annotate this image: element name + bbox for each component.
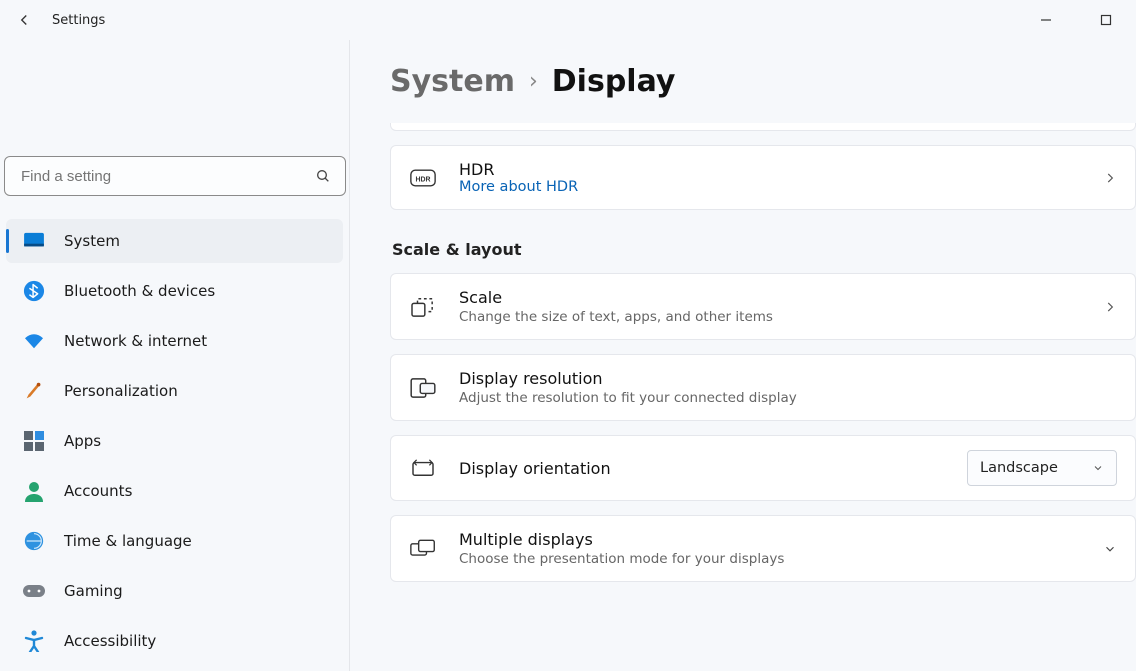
sidebar: System Bluetooth & devices Network & int… [0, 40, 350, 671]
settings-search[interactable] [4, 156, 346, 196]
setting-card-scale[interactable]: Scale Change the size of text, apps, and… [390, 273, 1136, 340]
sidebar-item-system[interactable]: System [6, 219, 343, 263]
sidebar-item-label: Accounts [64, 482, 132, 500]
layout: System Bluetooth & devices Network & int… [0, 40, 1136, 671]
sidebar-item-apps[interactable]: Apps [6, 419, 343, 463]
hdr-icon: HDR [409, 169, 437, 187]
orientation-value: Landscape [980, 460, 1058, 476]
previous-card-edge [390, 123, 1136, 131]
scale-icon [409, 296, 437, 318]
orientation-icon [409, 458, 437, 478]
back-button[interactable] [8, 4, 40, 36]
arrow-left-icon [15, 11, 33, 29]
search-icon [315, 168, 331, 184]
globe-clock-icon [22, 529, 46, 553]
accessibility-icon [22, 629, 46, 653]
sidebar-item-label: Accessibility [64, 632, 156, 650]
sidebar-item-label: Personalization [64, 382, 178, 400]
sidebar-item-label: Apps [64, 432, 101, 450]
title-bar: Settings [0, 0, 1136, 40]
minimize-icon [1040, 14, 1052, 26]
resolution-icon [409, 378, 437, 398]
section-scale-layout: Scale & layout [392, 240, 1136, 259]
orientation-select[interactable]: Landscape [967, 450, 1117, 486]
multiple-displays-icon [409, 539, 437, 559]
sidebar-item-label: System [64, 232, 120, 250]
setting-card-orientation[interactable]: Display orientation Landscape [390, 435, 1136, 501]
chevron-right-icon [1103, 171, 1117, 185]
window-controls [1024, 4, 1128, 36]
card-subtitle: Choose the presentation mode for your di… [459, 551, 1081, 567]
card-subtitle: Change the size of text, apps, and other… [459, 309, 1081, 325]
bluetooth-icon [22, 279, 46, 303]
sidebar-item-accessibility[interactable]: Accessibility [6, 619, 343, 663]
card-title: Display orientation [459, 459, 945, 478]
sidebar-item-label: Bluetooth & devices [64, 282, 215, 300]
setting-card-hdr[interactable]: HDR HDR More about HDR [390, 145, 1136, 210]
wifi-icon [22, 329, 46, 353]
sidebar-item-label: Gaming [64, 582, 123, 600]
card-title: Multiple displays [459, 530, 1081, 549]
gamepad-icon [22, 579, 46, 603]
breadcrumb-parent[interactable]: System [390, 64, 515, 99]
sidebar-item-gaming[interactable]: Gaming [6, 569, 343, 613]
paintbrush-icon [22, 379, 46, 403]
search-input[interactable] [19, 167, 315, 186]
svg-text:HDR: HDR [416, 176, 431, 183]
sidebar-item-personalization[interactable]: Personalization [6, 369, 343, 413]
sidebar-item-bluetooth[interactable]: Bluetooth & devices [6, 269, 343, 313]
maximize-icon [1100, 14, 1112, 26]
person-icon [22, 479, 46, 503]
minimize-button[interactable] [1024, 4, 1068, 36]
chevron-right-icon: › [529, 69, 538, 94]
sidebar-item-label: Network & internet [64, 332, 207, 350]
sidebar-item-network[interactable]: Network & internet [6, 319, 343, 363]
breadcrumb-current: Display [552, 64, 676, 99]
sidebar-item-label: Time & language [64, 532, 192, 550]
card-title: Display resolution [459, 369, 1117, 388]
sidebar-item-accounts[interactable]: Accounts [6, 469, 343, 513]
card-title: HDR [459, 160, 1081, 179]
main-panel: System › Display HDR HDR More about HDR … [350, 40, 1136, 671]
card-title: Scale [459, 288, 1081, 307]
breadcrumb: System › Display [390, 64, 1136, 99]
hdr-more-link[interactable]: More about HDR [459, 179, 1081, 195]
chevron-down-icon [1103, 542, 1117, 556]
apps-icon [22, 429, 46, 453]
sidebar-item-time-language[interactable]: Time & language [6, 519, 343, 563]
chevron-down-icon [1092, 462, 1104, 474]
setting-card-multiple-displays[interactable]: Multiple displays Choose the presentatio… [390, 515, 1136, 582]
chevron-right-icon [1103, 300, 1117, 314]
card-subtitle: Adjust the resolution to fit your connec… [459, 390, 1117, 406]
app-title: Settings [52, 13, 105, 28]
nav-list: System Bluetooth & devices Network & int… [0, 216, 349, 666]
display-icon [22, 229, 46, 253]
maximize-button[interactable] [1084, 4, 1128, 36]
setting-card-resolution[interactable]: Display resolution Adjust the resolution… [390, 354, 1136, 421]
